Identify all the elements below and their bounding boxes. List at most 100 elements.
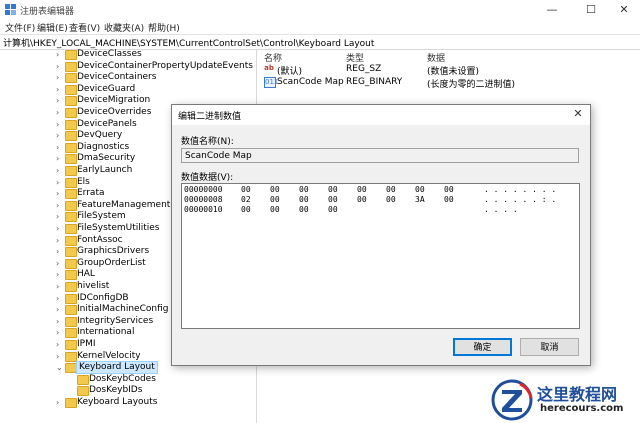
hex-ascii: . . . . . . : . — [484, 195, 557, 204]
chevron-right-icon[interactable]: › — [56, 142, 59, 153]
tree-item-label: DeviceContainers — [77, 72, 157, 83]
tree-item-label: FeatureManagement — [77, 199, 171, 210]
chevron-right-icon[interactable]: › — [56, 339, 59, 350]
dialog-title-bar: 编辑二进制数值 ✕ — [172, 105, 590, 125]
chevron-right-icon[interactable]: › — [56, 269, 59, 280]
chevron-right-icon[interactable]: › — [56, 95, 59, 106]
chevron-right-icon[interactable]: › — [56, 281, 59, 292]
ok-button[interactable]: 确定 — [453, 338, 512, 356]
folder-icon — [65, 142, 77, 153]
tree-item-label: Keyboard Layout — [76, 361, 158, 375]
chevron-right-icon[interactable]: › — [56, 165, 59, 176]
folder-icon — [65, 119, 77, 130]
chevron-right-icon[interactable]: › — [56, 49, 59, 60]
chevron-right-icon[interactable]: › — [56, 293, 59, 304]
chevron-right-icon[interactable]: › — [56, 235, 59, 246]
chevron-right-icon[interactable]: › — [56, 72, 59, 83]
chevron-right-icon[interactable]: › — [56, 327, 59, 338]
chevron-right-icon[interactable]: › — [56, 119, 59, 130]
hex-byte: 00 — [241, 205, 251, 214]
tree-item-label: hivelist — [77, 281, 110, 291]
value-row-default[interactable]: ab (默认) REG_SZ (数值未设置) — [257, 63, 640, 77]
watermark-url: herecours.com — [540, 403, 624, 414]
folder-icon — [65, 50, 77, 60]
tree-item[interactable]: › DeviceContainerPropertyUpdateEvents — [0, 61, 256, 73]
menu-view[interactable]: 查看(V) — [69, 21, 100, 34]
hex-byte: 00 — [328, 185, 338, 194]
value-row-scancode-map[interactable]: 011 ScanCode Map REG_BINARY (长度为零的二进制值) — [257, 76, 640, 90]
menu-file[interactable]: 文件(F) — [5, 21, 35, 34]
tree-item-label: Diagnostics — [77, 141, 130, 152]
hex-offset: 00000008 — [184, 195, 223, 204]
chevron-right-icon[interactable]: › — [56, 188, 59, 199]
hex-byte: 3A — [415, 195, 425, 204]
menu-help[interactable]: 帮助(H) — [148, 21, 180, 34]
value-data-label: 数值数据(V): — [181, 173, 234, 183]
hex-byte: 00 — [444, 195, 454, 204]
hex-byte: 00 — [328, 195, 338, 204]
hex-byte: 00 — [270, 195, 280, 204]
tree-item[interactable]: DosKeybIDs — [0, 385, 256, 397]
chevron-right-icon[interactable]: › — [56, 351, 59, 362]
folder-icon — [65, 84, 77, 95]
address-bar[interactable]: 计算机\HKEY_LOCAL_MACHINE\SYSTEM\CurrentCon… — [0, 34, 640, 50]
chevron-right-icon[interactable]: › — [56, 84, 59, 95]
binary-value-icon: 011 — [264, 77, 279, 88]
folder-icon — [77, 374, 89, 385]
chevron-right-icon[interactable]: › — [56, 153, 59, 164]
tree-item-label: DevicePanels — [77, 118, 137, 129]
tree-item[interactable]: › DeviceContainers — [0, 72, 256, 84]
tree-item[interactable]: › Keyboard Layouts — [0, 397, 256, 409]
hex-editor[interactable]: 00000000 00 00 00 00 00 00 00 00. . . . . . . .0… — [181, 183, 580, 329]
chevron-right-icon[interactable]: › — [56, 107, 59, 118]
folder-icon — [65, 305, 77, 316]
chevron-right-icon[interactable]: › — [56, 304, 59, 315]
tree-item-label: DeviceOverrides — [77, 107, 152, 117]
tree-item-label: GraphicsDrivers — [77, 246, 150, 257]
maximize-button[interactable]: ☐ — [576, 1, 606, 18]
chevron-right-icon[interactable]: › — [56, 130, 59, 141]
tree-item[interactable]: DosKeybCodes — [0, 374, 256, 386]
menu-bar: 文件(F) 编辑(E) 查看(V) 收藏夹(A) 帮助(H) — [0, 20, 640, 34]
dialog-title: 编辑二进制数值 — [178, 112, 242, 122]
window-title: 注册表编辑器 — [20, 7, 75, 17]
chevron-down-icon[interactable]: ⌄ — [56, 362, 63, 373]
string-value-icon: ab — [264, 64, 274, 72]
hex-line: 00000008 02 00 00 00 00 00 3A 00 . . . . . . : . — [184, 195, 574, 205]
chevron-right-icon[interactable]: › — [56, 246, 59, 257]
hex-byte: 00 — [328, 205, 338, 214]
chevron-right-icon[interactable]: › — [56, 258, 59, 269]
hex-offset: 00000000 — [184, 185, 223, 194]
tree-item[interactable]: › DeviceClasses — [0, 49, 256, 61]
folder-icon — [65, 108, 77, 118]
folder-icon — [65, 293, 77, 304]
tree-item-label: FileSystemUtilities — [77, 223, 160, 233]
folder-icon — [65, 270, 77, 281]
folder-icon — [65, 189, 77, 200]
chevron-right-icon[interactable]: › — [56, 177, 59, 188]
folder-icon — [65, 247, 77, 258]
chevron-right-icon[interactable]: › — [56, 316, 59, 327]
minimize-button[interactable]: — — [537, 1, 567, 18]
folder-icon — [65, 398, 77, 408]
value-type: REG_BINARY — [346, 77, 403, 87]
tree-item[interactable]: › DeviceGuard — [0, 84, 256, 96]
chevron-right-icon[interactable]: › — [56, 223, 59, 234]
value-name-label: 数值名称(N): — [181, 137, 234, 147]
chevron-right-icon[interactable]: › — [56, 211, 59, 222]
dialog-close-icon[interactable]: ✕ — [570, 107, 586, 120]
hex-byte: 00 — [270, 205, 280, 214]
close-button[interactable]: ✕ — [609, 1, 639, 18]
chevron-right-icon[interactable]: › — [56, 397, 59, 408]
cancel-button[interactable]: 取消 — [520, 338, 579, 356]
folder-icon — [65, 61, 77, 72]
menu-favorites[interactable]: 收藏夹(A) — [104, 21, 144, 34]
hex-byte: 00 — [357, 195, 367, 204]
folder-icon — [77, 386, 89, 397]
hex-byte: 00 — [444, 185, 454, 194]
menu-edit[interactable]: 编辑(E) — [37, 21, 68, 34]
chevron-right-icon[interactable]: › — [56, 200, 59, 211]
chevron-right-icon[interactable]: › — [56, 61, 59, 72]
folder-icon — [65, 235, 77, 246]
hex-byte: 00 — [241, 185, 251, 194]
